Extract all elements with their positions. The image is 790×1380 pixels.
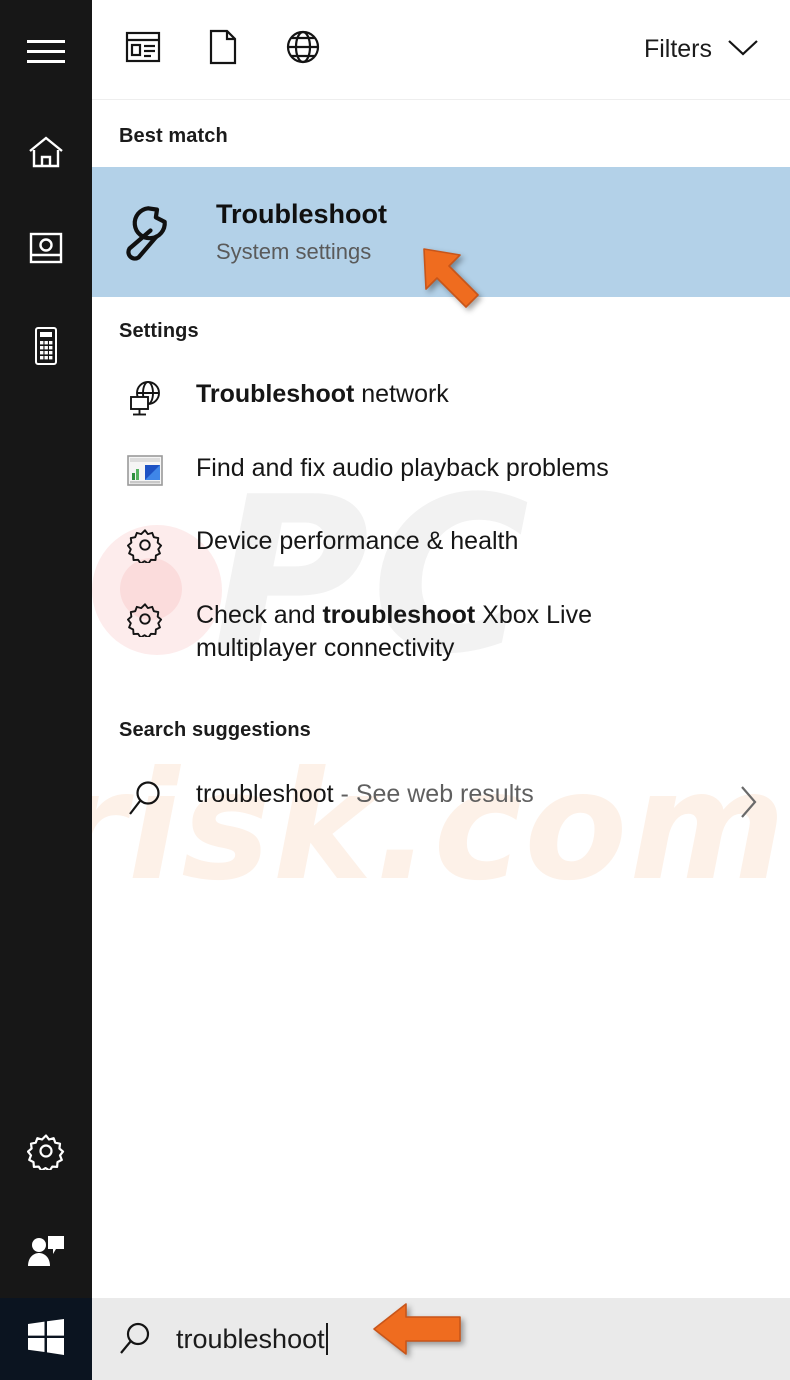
search-input-value: troubleshoot <box>176 1323 325 1354</box>
gear-icon <box>27 1132 65 1170</box>
photo-icon <box>28 231 64 265</box>
search-suggestion-label: troubleshoot - See web results <box>196 778 534 811</box>
left-rail <box>0 0 92 1380</box>
settings-result-label: Find and fix audio playback problems <box>196 452 609 485</box>
search-toolbar: Filters <box>92 0 790 100</box>
arrow-pointing-left-at-search-input <box>370 1298 466 1365</box>
result-prefix-text: Check and <box>196 601 323 629</box>
best-match-header: Best match <box>119 125 228 147</box>
rail-item-settings[interactable] <box>0 1105 92 1197</box>
toolbar-documents-filter[interactable] <box>192 19 254 81</box>
settings-result-label: Check and troubleshoot Xbox Live multipl… <box>196 599 716 666</box>
magnifier-icon <box>112 1321 158 1357</box>
network-globe-icon <box>114 378 176 420</box>
rail-item-feedback[interactable] <box>0 1205 92 1297</box>
toolbar-apps-filter[interactable] <box>112 19 174 81</box>
start-button[interactable] <box>0 1298 92 1380</box>
search-input[interactable]: troubleshoot <box>176 1323 328 1355</box>
feedback-person-icon <box>26 1233 66 1269</box>
calculator-icon <box>33 326 59 366</box>
search-results-panel: Filters Best match Troubleshoot System s… <box>92 0 790 1380</box>
rail-item-home[interactable] <box>0 106 92 198</box>
control-panel-icon <box>114 452 176 488</box>
search-suggestion-row[interactable]: troubleshoot - See web results <box>92 778 790 818</box>
wrench-icon <box>102 203 194 261</box>
rail-item-calculator[interactable] <box>0 300 92 392</box>
magnifier-icon <box>114 778 176 818</box>
rail-item-hamburger[interactable] <box>0 6 92 98</box>
rail-item-photos[interactable] <box>0 202 92 294</box>
settings-result-device-performance[interactable]: Device performance & health <box>92 525 790 563</box>
filters-dropdown[interactable]: Filters <box>644 35 760 64</box>
chevron-down-icon <box>726 35 760 64</box>
result-rest-text: Find and fix audio playback problems <box>196 454 609 482</box>
result-rest-text: Device performance & health <box>196 527 519 555</box>
best-match-title: Troubleshoot <box>216 199 387 230</box>
settings-result-xbox-live[interactable]: Check and troubleshoot Xbox Live multipl… <box>92 599 790 666</box>
windows-logo-icon <box>26 1317 66 1362</box>
text-caret <box>325 1323 328 1355</box>
apps-window-icon <box>125 31 161 68</box>
gear-icon <box>114 525 176 563</box>
settings-header: Settings <box>119 320 199 342</box>
search-suggestions-header: Search suggestions <box>119 719 311 741</box>
result-bold-term: troubleshoot <box>322 601 476 629</box>
settings-result-troubleshoot-network[interactable]: Troubleshoot network <box>92 378 790 420</box>
gear-icon <box>114 599 176 637</box>
chevron-right-icon[interactable] <box>738 784 760 825</box>
document-page-icon <box>208 29 238 70</box>
home-icon <box>27 135 65 169</box>
globe-icon <box>285 29 321 70</box>
result-rest-text: network <box>354 380 449 408</box>
suggestion-hint-text: - See web results <box>333 780 534 808</box>
hamburger-icon <box>27 38 65 66</box>
settings-result-label: Device performance & health <box>196 525 518 558</box>
best-match-subtitle: System settings <box>216 238 372 264</box>
settings-result-label: Troubleshoot network <box>196 378 449 411</box>
best-match-text: Troubleshoot System settings <box>216 199 387 264</box>
result-bold-term: Troubleshoot <box>196 380 355 408</box>
filters-label: Filters <box>643 35 712 63</box>
arrow-pointing-up-left-at-troubleshoot <box>418 243 498 328</box>
windows-search-screen: PC risk.com Filters Best match Troublesh… <box>0 0 790 1380</box>
settings-result-audio-playback[interactable]: Find and fix audio playback problems <box>92 452 790 488</box>
suggestion-query-text: troubleshoot <box>196 780 334 808</box>
toolbar-web-filter[interactable] <box>272 19 334 81</box>
